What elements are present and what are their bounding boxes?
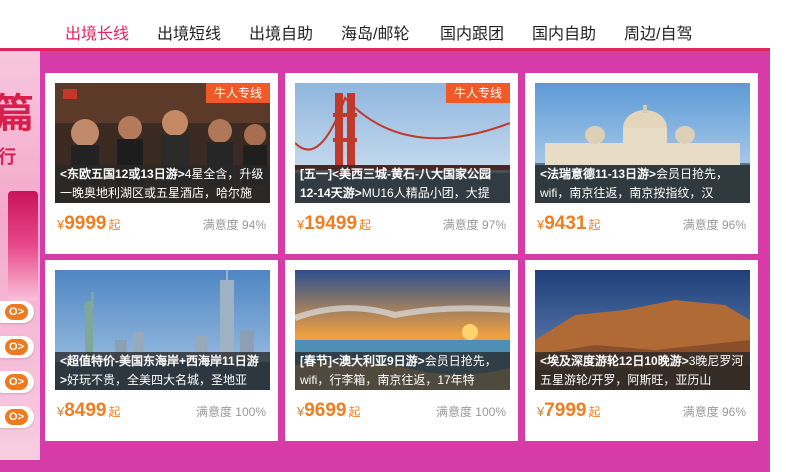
tour-card[interactable]: <埃及深度游轮12日10晚游>3晚尼罗河五星游轮/开罗，阿斯旺，亚历山 ¥799… [525,260,758,441]
tour-price: ¥9999 起 [57,213,121,234]
tab-outbound-short[interactable]: 出境短线 [157,20,221,44]
banner-link-button-2[interactable]: O> [0,336,34,358]
category-nav: 出境长线 出境短线 出境自助 海岛/邮轮 国内跟团 国内自助 周边/自驾 [0,0,786,51]
tour-price: ¥19499 起 [297,213,372,234]
satisfaction-rating: 满意度 94% [202,218,266,232]
promo-banner[interactable]: 篇 行 O> O> O> O> [0,51,40,460]
banner-subtitle-char: 行 [0,147,16,167]
tour-card[interactable]: [春节]<澳大利亚9日游>会员日抢先，wifi，行李箱，南京往返，17年特 ¥9… [285,260,518,441]
tour-card[interactable]: 牛人专线 [五一]<美西三城-黄石-八大国家公园12-14天游>MU16人精品小… [285,73,518,254]
tab-island-cruise[interactable]: 海岛/邮轮 [341,20,409,44]
tour-description: [春节]<澳大利亚9日游>会员日抢先，wifi，行李箱，南京往返，17年特 [295,352,510,390]
tour-price: ¥9699 起 [297,400,361,421]
satisfaction-rating: 满意度 96% [682,218,746,232]
tour-description: <超值特价-美国东海岸+西海岸11日游>好玩不贵，全美四大名城，圣地亚 [55,352,270,390]
tour-description: [五一]<美西三城-黄石-八大国家公园12-14天游>MU16人精品小团，大提 [295,165,510,203]
tour-description: <埃及深度游轮12日10晚游>3晚尼罗河五星游轮/开罗，阿斯旺，亚历山 [535,352,750,390]
tour-description: <东欧五国12或13日游>4星全含，升级一晚奥地利湖区或五星酒店，哈尔施 [55,165,270,203]
tab-domestic-independent[interactable]: 国内自助 [532,20,596,44]
tour-description: <法瑞意德11-13日游>会员日抢先，wifi，南京往返，南京按指纹，汉 [535,165,750,203]
special-line-badge: 牛人专线 [445,83,510,103]
tab-outbound-independent[interactable]: 出境自助 [249,20,313,44]
tab-domestic-group[interactable]: 国内跟团 [440,20,504,44]
banner-link-button-1[interactable]: O> [0,301,34,323]
satisfaction-rating: 满意度 97% [442,218,506,232]
banner-link-button-4[interactable]: O> [0,406,34,428]
banner-link-button-3[interactable]: O> [0,371,34,393]
tour-card[interactable]: <法瑞意德11-13日游>会员日抢先，wifi，南京往返，南京按指纹，汉 ¥94… [525,73,758,254]
satisfaction-rating: 满意度 96% [682,405,746,419]
tour-photo[interactable]: <埃及深度游轮12日10晚游>3晚尼罗河五星游轮/开罗，阿斯旺，亚历山 [535,270,750,390]
tour-photo[interactable]: [春节]<澳大利亚9日游>会员日抢先，wifi，行李箱，南京往返，17年特 [295,270,510,390]
tour-photo[interactable]: <法瑞意德11-13日游>会员日抢先，wifi，南京往返，南京按指纹，汉 [535,83,750,203]
tour-photo[interactable]: <超值特价-美国东海岸+西海岸11日游>好玩不贵，全美四大名城，圣地亚 [55,270,270,390]
tab-outbound-long[interactable]: 出境长线 [65,20,129,44]
satisfaction-rating: 满意度 100% [195,405,266,419]
tour-price: ¥8499 起 [57,400,121,421]
tour-card[interactable]: <超值特价-美国东海岸+西海岸11日游>好玩不贵，全美四大名城，圣地亚 ¥849… [45,260,278,441]
tour-price: ¥7999 起 [537,400,601,421]
tour-photo[interactable]: 牛人专线 <东欧五国12或13日游>4星全含，升级一晚奥地利湖区或五星酒店，哈尔… [55,83,270,203]
tour-card[interactable]: 牛人专线 <东欧五国12或13日游>4星全含，升级一晚奥地利湖区或五星酒店，哈尔… [45,73,278,254]
tour-photo[interactable]: 牛人专线 [五一]<美西三城-黄石-八大国家公园12-14天游>MU16人精品小… [295,83,510,203]
tab-nearby-selfdrive[interactable]: 周边/自驾 [624,20,692,44]
banner-title-char: 篇 [0,90,34,137]
special-line-badge: 牛人专线 [205,83,270,103]
lantern-decoration [8,191,38,301]
tour-price: ¥9431 起 [537,213,601,234]
satisfaction-rating: 满意度 100% [435,405,506,419]
